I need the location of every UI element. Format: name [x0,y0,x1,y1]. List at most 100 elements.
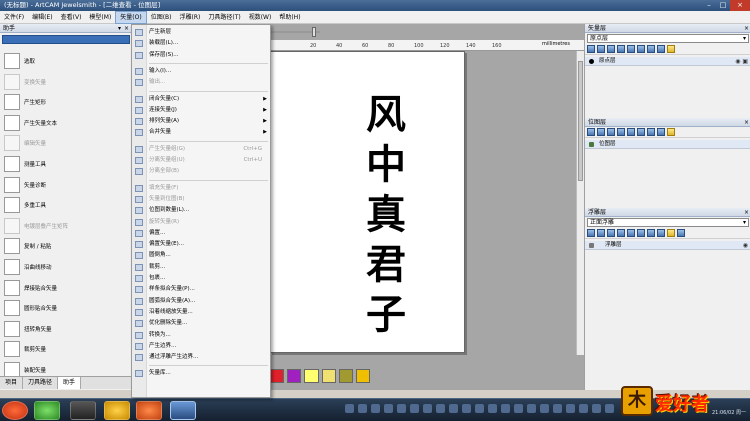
color-swatch[interactable] [304,369,319,383]
tray-icon[interactable] [345,404,354,413]
tool-item[interactable]: 选取 [4,50,35,72]
start-button[interactable] [2,401,28,420]
move-down-icon[interactable] [647,229,655,237]
menu-5[interactable]: 位图(B) [147,11,176,24]
scroll-thumb[interactable] [578,61,583,181]
menu-6[interactable]: 浮雕(R) [176,11,205,24]
tray-icon[interactable] [436,404,445,413]
light-icon[interactable] [667,229,675,237]
close-icon[interactable]: × [744,208,749,217]
open-layer-icon[interactable] [597,45,605,53]
tool-item[interactable]: 多重工具 [4,194,46,216]
tray-icon[interactable] [462,404,471,413]
menu-item[interactable]: 排列矢量(A) ▶ [132,116,270,127]
open-layer-icon[interactable] [597,128,605,136]
drawing-page[interactable]: 风中真君子 [270,51,465,353]
slider-knob[interactable] [312,27,316,37]
close-icon[interactable]: × [124,24,129,33]
menu-0[interactable]: 文件(F) [0,11,28,24]
menu-item[interactable]: 偏置... [132,228,270,239]
menu-item[interactable]: 通过浮雕产生边界... [132,352,270,363]
menu-item[interactable]: 合并矢量 ▶ [132,127,270,138]
menu-item[interactable]: 圆弧拟合矢量(A)... [132,296,270,307]
tool-item[interactable]: 变换矢量 [4,71,46,93]
menu-item[interactable]: 沿着线缩放矢量... [132,307,270,318]
menu-3[interactable]: 模型(M) [85,11,115,24]
visibility-icon[interactable]: ◉ ▣ [735,57,748,66]
tray-icon[interactable] [592,404,601,413]
tray-icon[interactable] [384,404,393,413]
relief-layer-row[interactable]: 浮雕层 ◉ [585,241,750,250]
vertical-scrollbar[interactable] [576,51,584,355]
save-layer-icon[interactable] [607,229,615,237]
relief-layer-combo[interactable]: 正面浮雕 [587,218,749,227]
new-layer-icon[interactable] [587,229,595,237]
menu-item[interactable]: 位图到数量(L)... [132,205,270,216]
menu-item[interactable]: 转换为... [132,330,270,341]
menu-item[interactable]: 样条拟合矢量(P)... [132,284,270,295]
color-swatch[interactable] [338,369,353,383]
tray-icon[interactable] [475,404,484,413]
close-icon[interactable]: × [744,24,749,33]
tab-2[interactable]: 助手 [58,377,82,389]
tray-icon[interactable] [553,404,562,413]
menu-item[interactable]: 优化删除矢量... [132,318,270,329]
qq-app-icon[interactable] [104,401,130,420]
light-icon[interactable] [667,45,675,53]
vector-layer-combo[interactable]: 原点层 [587,34,749,43]
pin-icon[interactable]: ▾ [118,24,121,33]
color-swatch[interactable] [321,369,336,383]
menu-1[interactable]: 编辑(E) [28,11,56,24]
save-layer-icon[interactable] [607,45,615,53]
tool-item[interactable]: 产生矢量文本 [4,112,57,134]
menu-item[interactable]: 矢量库... [132,368,270,379]
copy-layer-icon[interactable] [617,229,625,237]
media-app-icon[interactable] [136,401,162,420]
tool-item[interactable]: 测量工具 [4,153,46,175]
tray-icon[interactable] [358,404,367,413]
tool-item[interactable]: 扭转角矢量 [4,318,52,340]
tray-icon[interactable] [371,404,380,413]
menu-item[interactable]: 装载层(L)... [132,38,270,49]
menu-item[interactable]: 产生新层 [132,27,270,38]
tray-icon[interactable] [449,404,458,413]
color-swatch[interactable] [287,369,302,383]
tool-item[interactable]: 编辑矢量 [4,132,46,154]
tab-0[interactable]: 项目 [0,377,24,389]
tray-icon[interactable] [488,404,497,413]
tool-item[interactable]: 电镀层叠产生矩阵 [4,215,68,237]
tray-icon[interactable] [540,404,549,413]
close-button[interactable]: × [730,0,750,11]
menu-item[interactable]: 闭合矢量(C) ▶ [132,94,270,105]
new-layer-icon[interactable] [587,128,595,136]
artcam-app-icon[interactable] [170,401,196,420]
zoom-slider[interactable] [270,27,330,37]
menu-item[interactable]: 偏置矢量(E)... [132,239,270,250]
maximize-button[interactable]: □ [716,0,730,11]
move-up-icon[interactable] [637,229,645,237]
minimize-button[interactable]: – [702,0,716,11]
tool-item[interactable]: 裁剪矢量 [4,338,46,360]
tool-item[interactable]: 焊接贴合矢量 [4,277,57,299]
move-up-icon[interactable] [637,128,645,136]
menu-item[interactable]: 连接矢量(J) ▶ [132,105,270,116]
menu-9[interactable]: 帮助(H) [275,11,304,24]
light-icon[interactable] [667,128,675,136]
menu-2[interactable]: 查看(V) [57,11,86,24]
delete-layer-icon[interactable] [627,128,635,136]
merge-icon[interactable] [657,128,665,136]
bitmap-layer-row[interactable]: 位图层 [585,140,750,149]
tool-item[interactable]: 复制 / 粘贴 [4,235,51,257]
color-swatch[interactable] [355,369,371,383]
tool-item[interactable]: 沿曲线移动 [4,256,52,278]
color-swatch[interactable] [270,369,285,383]
tray-icon[interactable] [501,404,510,413]
tool-item[interactable]: 矢量诊断 [4,174,46,196]
menu-item[interactable]: 包裹... [132,273,270,284]
menu-item[interactable]: 产生边界... [132,341,270,352]
menu-item[interactable]: 保存层(S)... [132,50,270,61]
merge-icon[interactable] [657,45,665,53]
tray-icon[interactable] [514,404,523,413]
tray-icon[interactable] [423,404,432,413]
menu-4[interactable]: 矢量(O) [115,10,147,24]
